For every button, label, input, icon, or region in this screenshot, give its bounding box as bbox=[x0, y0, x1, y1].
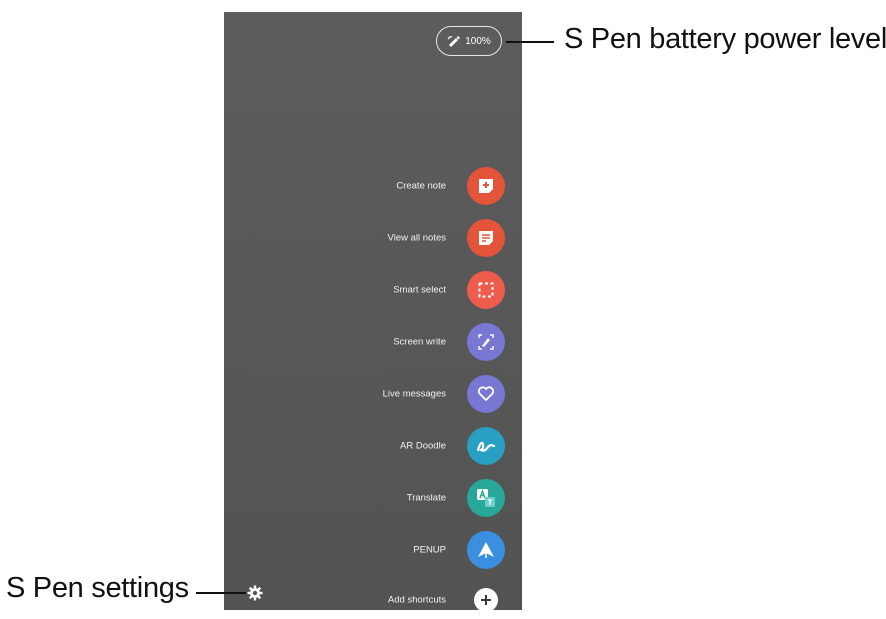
menu-item-penup[interactable]: PENUP bbox=[224, 531, 522, 569]
callout-line-battery bbox=[506, 41, 554, 43]
menu-item-label: PENUP bbox=[413, 544, 446, 556]
menu-item-ar-doodle[interactable]: AR Doodle bbox=[224, 427, 522, 465]
callout-battery-level: S Pen battery power level bbox=[564, 23, 886, 55]
screen-write-icon[interactable] bbox=[467, 323, 505, 361]
menu-item-translate[interactable]: Translate bbox=[224, 479, 522, 517]
view-notes-icon[interactable] bbox=[467, 219, 505, 257]
menu-item-screen-write[interactable]: Screen write bbox=[224, 323, 522, 361]
callout-line-settings bbox=[196, 592, 246, 594]
add-icon[interactable] bbox=[474, 588, 498, 612]
menu-item-live-messages[interactable]: Live messages bbox=[224, 375, 522, 413]
menu-item-label: Translate bbox=[406, 492, 446, 504]
air-command-panel: 100% Create note View all notes Smart se… bbox=[224, 12, 522, 612]
ar-doodle-icon[interactable] bbox=[467, 427, 505, 465]
s-pen-battery-indicator[interactable]: 100% bbox=[436, 26, 502, 56]
translate-icon[interactable] bbox=[467, 479, 505, 517]
menu-item-view-all-notes[interactable]: View all notes bbox=[224, 219, 522, 257]
menu-item-label: Create note bbox=[396, 180, 446, 192]
gear-icon[interactable] bbox=[246, 584, 264, 602]
battery-level-label: 100% bbox=[465, 35, 491, 47]
create-note-icon[interactable] bbox=[467, 167, 505, 205]
menu-item-add-shortcuts[interactable]: Add shortcuts bbox=[224, 581, 522, 619]
menu-item-label: Screen write bbox=[393, 336, 446, 348]
live-messages-icon[interactable] bbox=[467, 375, 505, 413]
menu-item-label: Add shortcuts bbox=[387, 594, 446, 606]
menu-item-label: AR Doodle bbox=[400, 440, 446, 452]
s-pen-icon bbox=[447, 35, 461, 47]
callout-settings: S Pen settings bbox=[6, 572, 189, 604]
menu-item-label: View all notes bbox=[387, 232, 446, 244]
penup-icon[interactable] bbox=[467, 531, 505, 569]
menu-item-create-note[interactable]: Create note bbox=[224, 167, 522, 205]
menu-item-label: Smart select bbox=[393, 284, 446, 296]
menu-item-smart-select[interactable]: Smart select bbox=[224, 271, 522, 309]
menu-item-label: Live messages bbox=[382, 388, 446, 400]
smart-select-icon[interactable] bbox=[467, 271, 505, 309]
